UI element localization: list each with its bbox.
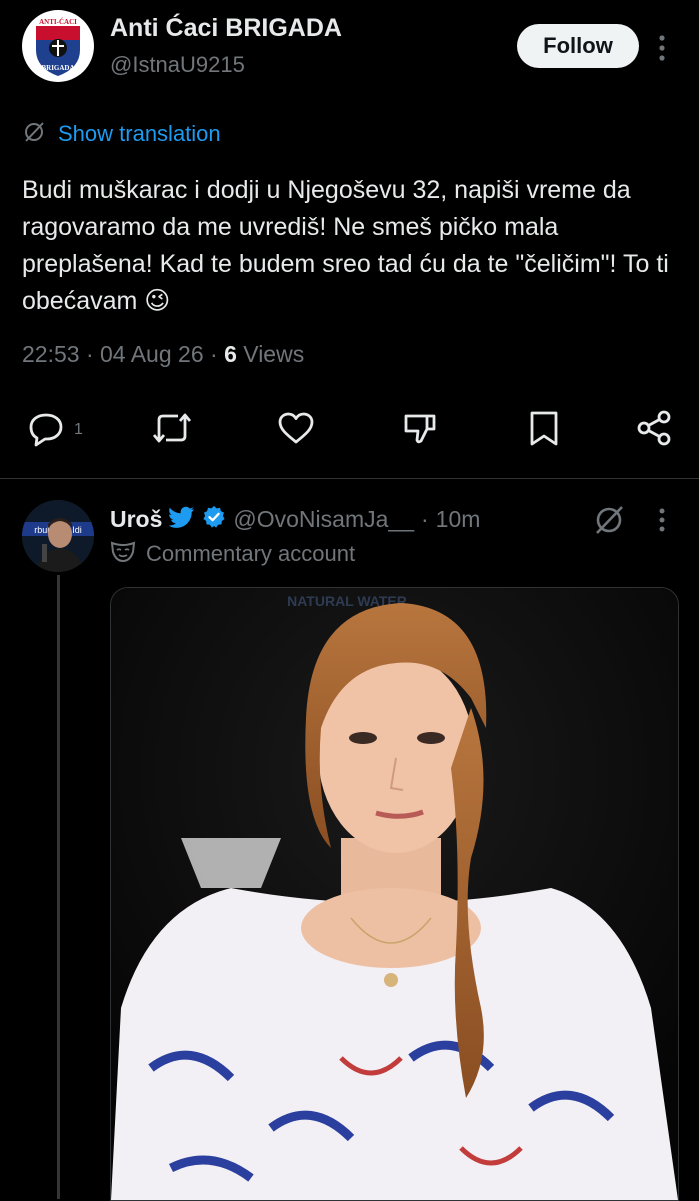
tweet-time[interactable]: 22:53 (22, 341, 80, 367)
more-icon[interactable] (650, 505, 674, 535)
follow-button[interactable]: Follow (517, 24, 639, 68)
retweet-icon (150, 408, 194, 453)
retweet-button[interactable] (150, 400, 194, 460)
author-handle[interactable]: @IstnaU9215 (110, 52, 245, 78)
grok-icon (22, 120, 46, 149)
thread-line (57, 575, 60, 1199)
like-icon (276, 408, 316, 453)
verified-icon (202, 505, 226, 534)
dislike-icon (400, 408, 440, 453)
bookmark-button[interactable] (524, 400, 564, 460)
tweet-text: Budi muškarac i dodji u Njegoševu 32, na… (22, 176, 669, 315)
author-avatar[interactable]: ANTI-ĆACI BRIGADA (22, 10, 94, 82)
views-count: 6 (224, 341, 237, 367)
reply-handle[interactable]: @OvoNisamJa__ (233, 506, 414, 533)
reply-time[interactable]: 10m (436, 506, 481, 533)
show-translation-label: Show translation (58, 121, 221, 146)
svg-text:ANTI-ĆACI: ANTI-ĆACI (39, 18, 77, 26)
views-label: Views (243, 341, 305, 367)
reply-author-name[interactable]: Uroš (110, 506, 162, 533)
mask-icon (110, 541, 136, 568)
bird-icon (168, 506, 195, 533)
grok-icon[interactable] (592, 503, 626, 537)
share-icon (634, 408, 674, 453)
commentary-account-label: Commentary account (110, 538, 355, 570)
tweet-date[interactable]: 04 Aug 26 (100, 341, 204, 367)
reply-avatar[interactable]: rbul grad Idi (22, 500, 94, 572)
share-button[interactable] (634, 400, 674, 460)
reply-media-image[interactable]: NATURAL WATER (110, 587, 679, 1201)
author-name[interactable]: Anti Ćaci BRIGADA (110, 14, 342, 43)
svg-text:BRIGADA: BRIGADA (41, 64, 74, 72)
reply-button[interactable]: 1 (26, 400, 83, 460)
show-translation-link[interactable]: Show translation (22, 118, 221, 150)
more-icon[interactable] (650, 30, 674, 66)
bookmark-icon (524, 408, 564, 453)
tweet-actions: 1 (0, 400, 699, 460)
dot-separator: · (420, 505, 429, 532)
divider (0, 478, 699, 479)
reply-header: Uroš @OvoNisamJa__ · 10m (110, 502, 480, 536)
commentary-account-text: Commentary account (146, 541, 356, 566)
like-button[interactable] (276, 400, 316, 460)
dislike-button[interactable] (400, 400, 440, 460)
reply-count: 1 (74, 421, 83, 438)
reply-icon (26, 408, 66, 453)
tweet-meta: 22:53 · 04 Aug 26 · 6 Views (22, 341, 305, 367)
